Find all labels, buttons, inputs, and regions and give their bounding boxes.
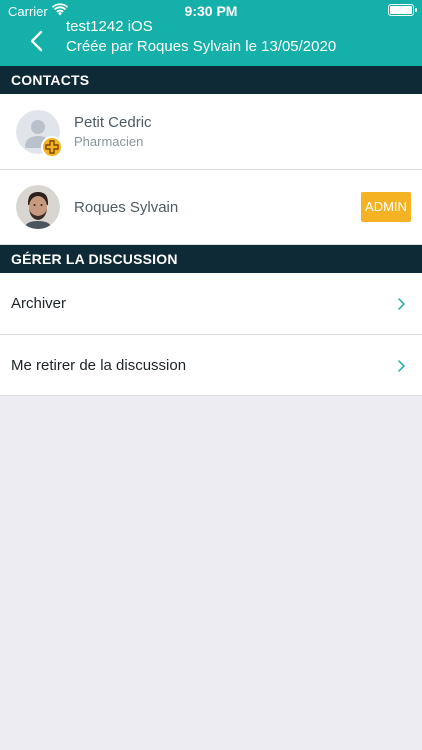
contacts-section-header: CONTACTS (0, 66, 422, 94)
conversation-subtitle: Créée par Roques Sylvain le 13/05/2020 (66, 38, 337, 55)
leave-discussion-label: Me retirer de la discussion (11, 357, 187, 374)
archive-label: Archiver (11, 295, 67, 312)
chevron-right-icon (396, 297, 406, 311)
user-photo-avatar (16, 185, 60, 229)
add-plus-icon (41, 136, 63, 158)
chevron-right-icon (396, 359, 406, 373)
contact-row-roques-sylvain[interactable]: Roques Sylvain ADMIN (0, 170, 422, 245)
clock-time: 9:30 PM (184, 3, 238, 19)
leave-discussion-menu-item[interactable]: Me retirer de la discussion (0, 335, 422, 396)
chevron-left-icon (30, 30, 43, 52)
status-bar: Carrier 9:30 PM (0, 0, 422, 22)
contact-row-petit-cedric[interactable]: Petit Cedric Pharmacien (0, 94, 422, 170)
contact-role: Pharmacien (74, 134, 144, 149)
manage-section-header: GÉRER LA DISCUSSION (0, 245, 422, 273)
contact-name: Petit Cedric (74, 114, 152, 131)
back-button[interactable] (22, 26, 52, 56)
app-header: Carrier 9:30 PM test1242 iOS Créée par R… (0, 0, 422, 66)
contact-name: Roques Sylvain (74, 199, 179, 216)
archive-menu-item[interactable]: Archiver (0, 273, 422, 335)
conversation-title: test1242 iOS (66, 18, 153, 35)
battery-icon (388, 4, 417, 16)
admin-badge: ADMIN (361, 192, 411, 222)
